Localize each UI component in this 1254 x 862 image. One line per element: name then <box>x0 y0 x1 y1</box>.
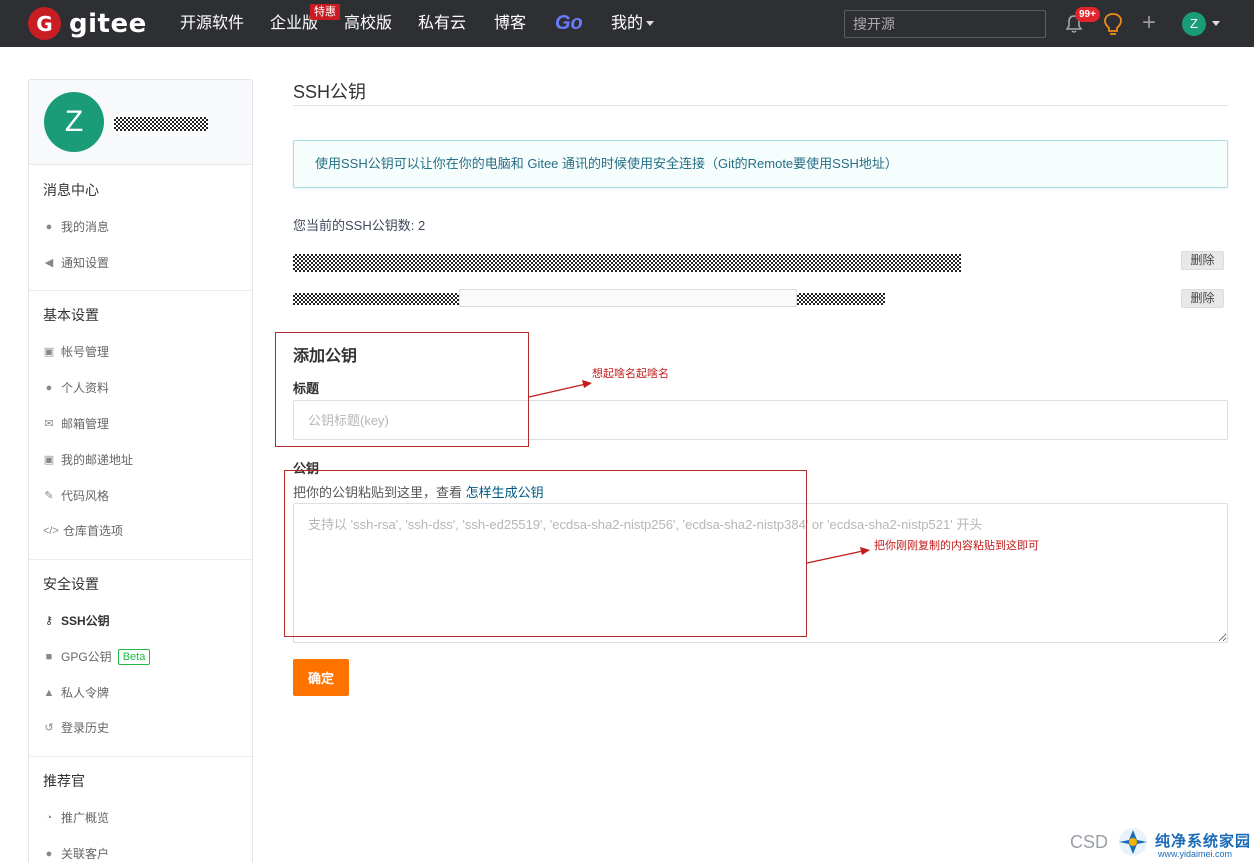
watermark-site-name: 纯净系统家园 <box>1155 833 1252 850</box>
add-key-heading: 添加公钥 <box>293 348 358 365</box>
sidebar-item-ssh-keys[interactable]: ⚷ SSH公钥 <box>43 612 110 629</box>
sidebar-item-label: 我的邮递地址 <box>61 453 134 467</box>
watermark-site-url: www.yidaimei.com <box>1158 849 1233 859</box>
section-title-security: 安全设置 <box>43 576 99 592</box>
section-title-referral: 推荐官 <box>43 773 85 789</box>
sidebar-item-promo-overview[interactable]: ◔ 推广概览 <box>43 809 109 826</box>
sidebar-item-login-history[interactable]: ↺ 登录历史 <box>43 719 109 736</box>
annotation-title-note: 想起啥名起啥名 <box>592 368 669 380</box>
key-title-input[interactable] <box>293 400 1228 440</box>
chevron-down-icon <box>646 21 655 27</box>
users-icon: ● <box>45 847 53 860</box>
sidebar-item-label: 邮箱管理 <box>61 417 110 431</box>
lock-icon: ■ <box>45 650 53 663</box>
promo-badge: 特惠 <box>310 4 340 20</box>
top-navbar: G gitee 开源软件 企业版 特惠 高校版 私有云 博客 Go 我的 99+… <box>0 0 1254 47</box>
sidebar-item-label: 私人令牌 <box>61 686 110 700</box>
nav-mine-label: 我的 <box>611 15 644 32</box>
sidebar-item-label: 个人资料 <box>61 381 110 395</box>
title-label: 标题 <box>293 381 320 396</box>
sidebar-item-label: 仓库首选项 <box>63 524 124 538</box>
user-menu-chevron-icon[interactable] <box>1212 21 1220 26</box>
sidebar-item-email[interactable]: ✉ 邮箱管理 <box>43 415 109 432</box>
sidebar-item-label: 关联客户 <box>61 847 110 861</box>
divider <box>293 105 1228 106</box>
masked-ssh-key-1 <box>293 254 961 272</box>
lightbulb-icon[interactable] <box>1102 12 1124 36</box>
notification-count-badge: 99+ <box>1075 7 1100 22</box>
sidebar-item-private-tokens[interactable]: ▲ 私人令牌 <box>43 684 109 701</box>
section-title-messages: 消息中心 <box>43 182 99 198</box>
gitee-logo-text: gitee <box>69 8 147 39</box>
public-key-textarea[interactable] <box>293 503 1228 643</box>
address-card-icon: ▣ <box>43 453 55 466</box>
sidebar-item-profile[interactable]: ● 个人资料 <box>43 379 109 396</box>
sidebar-item-label: 代码风格 <box>61 489 110 503</box>
key-label: 公钥 <box>293 461 320 476</box>
masked-ssh-key-2-fingerprint <box>459 289 797 307</box>
sidebar-item-my-messages[interactable]: ● 我的消息 <box>43 218 109 235</box>
beta-badge: Beta <box>117 648 151 665</box>
key-hint: 把你的公钥粘贴到这里，查看 怎样生成公钥 <box>293 482 544 501</box>
nav-mine[interactable]: 我的 <box>611 13 655 35</box>
mail-icon: ✉ <box>44 417 54 430</box>
masked-username <box>114 117 208 131</box>
sidebar-item-code-style[interactable]: ✎ 代码风格 <box>43 487 109 504</box>
create-plus-icon[interactable]: + <box>1142 10 1156 36</box>
delete-key-1-button[interactable]: 删除 <box>1181 251 1224 270</box>
gitee-logo-icon: G <box>28 7 61 40</box>
token-icon: ▲ <box>43 686 55 699</box>
divider <box>29 559 252 560</box>
history-icon: ↺ <box>44 721 54 734</box>
watermark-csd: CSD <box>1070 832 1109 852</box>
divider <box>29 756 252 757</box>
gitee-logo[interactable]: G gitee <box>28 7 147 40</box>
nav-education[interactable]: 高校版 <box>344 13 392 35</box>
sidebar-item-label: 通知设置 <box>61 256 110 270</box>
nav-private-cloud[interactable]: 私有云 <box>418 13 466 35</box>
settings-sidebar: Z 消息中心 ● 我的消息 ◀ 通知设置 基本设置 ▣ 帐号管理 ● 个人资料 ✉ 邮箱管… <box>28 79 253 862</box>
sidebar-item-repo-prefs[interactable]: </> 仓库首选项 <box>43 522 123 539</box>
sidebar-item-label: 登录历史 <box>61 721 110 735</box>
sidebar-item-label: GPG公钥 <box>61 650 112 664</box>
key-icon: ⚷ <box>44 614 54 627</box>
sidebar-item-account[interactable]: ▣ 帐号管理 <box>43 343 109 360</box>
delete-key-2-button[interactable]: 删除 <box>1181 289 1224 308</box>
key-hint-text: 把你的公钥粘贴到这里，查看 <box>293 485 466 500</box>
sidebar-item-label: 帐号管理 <box>61 345 110 359</box>
sidebar-item-notify-settings[interactable]: ◀ 通知设置 <box>43 254 109 271</box>
paintbrush-icon: ✎ <box>44 489 54 502</box>
sidebar-item-label: SSH公钥 <box>61 614 110 628</box>
sidebar-item-label: 推广概览 <box>61 811 110 825</box>
info-message: 使用SSH公钥可以让你在你的电脑和 Gitee 通讯的时候使用安全连接（Git的… <box>293 140 1228 188</box>
sidebar-item-linked-customers[interactable]: ● 关联客户 <box>43 845 109 862</box>
user-icon: ● <box>45 381 53 394</box>
confirm-button[interactable]: 确定 <box>293 659 349 696</box>
profile-avatar[interactable]: Z <box>44 92 104 152</box>
nav-open-source[interactable]: 开源软件 <box>180 13 244 35</box>
speaker-icon: ◀ <box>44 256 54 269</box>
bell-icon: ● <box>45 220 53 233</box>
section-title-basic: 基本设置 <box>43 307 99 323</box>
profile-card: Z <box>29 80 252 165</box>
annotation-key-note: 把你刚刚复制的内容粘贴到这即可 <box>874 540 1039 552</box>
sidebar-item-label: 我的消息 <box>61 220 110 234</box>
ssh-key-count: 您当前的SSH公钥数: 2 <box>293 218 426 233</box>
divider <box>29 290 252 291</box>
nav-go[interactable]: Go <box>555 12 583 34</box>
page-title: SSH公钥 <box>293 82 367 102</box>
how-to-generate-key-link[interactable]: 怎样生成公钥 <box>466 485 544 500</box>
code-icon: </> <box>43 524 59 537</box>
id-card-icon: ▣ <box>43 345 55 358</box>
search-input[interactable] <box>844 10 1046 38</box>
chart-pie-icon: ◔ <box>45 811 53 824</box>
nav-blog[interactable]: 博客 <box>494 13 526 35</box>
watermark-logo-icon <box>1119 828 1147 856</box>
sidebar-item-address[interactable]: ▣ 我的邮递地址 <box>43 451 133 468</box>
user-avatar[interactable]: Z <box>1182 12 1206 36</box>
sidebar-item-gpg-keys[interactable]: ■ GPG公钥 Beta <box>43 648 151 665</box>
